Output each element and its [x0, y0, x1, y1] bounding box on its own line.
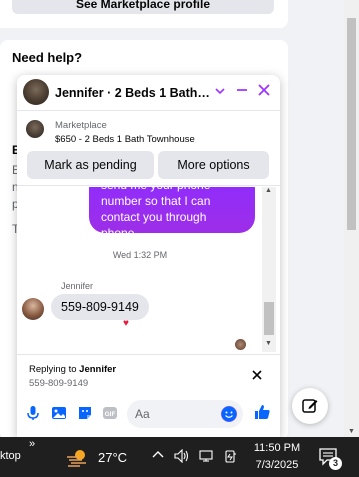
new-message-button[interactable] — [292, 388, 328, 424]
chat-window: Jennifer · 2 Beds 1 Bath To... Marketpla… — [17, 75, 280, 437]
incoming-message[interactable]: 559-809-9149 — [51, 294, 149, 320]
chat-title[interactable]: Jennifer · 2 Beds 1 Bath To... — [55, 86, 210, 100]
chat-scrollbar-thumb[interactable] — [264, 302, 274, 335]
replying-to-label: Replying to Jennifer — [29, 364, 117, 375]
volume-icon[interactable] — [174, 448, 190, 466]
replying-to-name: Jennifer — [79, 364, 117, 375]
heart-reaction-icon[interactable]: ♥ — [123, 318, 129, 329]
message-input[interactable] — [135, 406, 215, 422]
weather-icon[interactable] — [66, 448, 90, 468]
message-thread[interactable]: send me your phone number so that I can … — [17, 187, 280, 357]
marketplace-label: Marketplace — [55, 120, 107, 131]
message-timestamp: Wed 1:32 PM — [112, 250, 168, 260]
see-marketplace-profile-button[interactable]: See Marketplace profile — [12, 0, 274, 14]
scroll-up-arrow-icon[interactable]: ▲ — [265, 187, 272, 194]
gif-icon[interactable]: GIF — [102, 405, 118, 421]
message-composer: GIF — [17, 395, 280, 431]
chat-header[interactable]: Jennifer · 2 Beds 1 Bath To... — [17, 75, 280, 111]
show-desktop-label[interactable]: ktop — [0, 450, 21, 462]
scroll-down-arrow-icon[interactable]: ▼ — [265, 340, 272, 347]
clock-time[interactable]: 11:50 PM — [250, 442, 304, 454]
scroll-down-arrow-icon[interactable]: ▼ — [348, 428, 355, 435]
sender-avatar[interactable] — [22, 298, 44, 320]
sender-name: Jennifer — [61, 281, 94, 291]
svg-text:GIF: GIF — [105, 411, 116, 418]
photo-icon[interactable] — [51, 405, 67, 421]
listing-detail[interactable]: $650 - 2 Beds 1 Bath Townhouse — [55, 134, 195, 145]
close-reply-icon[interactable] — [252, 368, 262, 383]
page-scrollbar[interactable]: ▼ — [344, 0, 359, 437]
clock-date[interactable]: 7/3/2025 — [250, 459, 304, 471]
marketplace-listing-bar: Marketplace $650 - 2 Beds 1 Bath Townhou… — [17, 112, 280, 186]
battery-icon[interactable] — [224, 449, 238, 466]
emoji-icon[interactable] — [221, 406, 237, 422]
more-options-button[interactable]: More options — [158, 151, 269, 179]
minimize-icon[interactable] — [236, 83, 248, 101]
notification-count-badge: 3 — [329, 457, 342, 470]
sticker-icon[interactable] — [77, 405, 93, 421]
contact-avatar[interactable] — [23, 79, 49, 105]
chevron-down-icon[interactable] — [215, 83, 225, 101]
reply-preview: Replying to Jennifer 559-809-9149 — [17, 354, 280, 394]
hidden-icons-chevron-icon[interactable] — [152, 449, 164, 464]
help-title: Need help? — [12, 50, 83, 65]
replied-message-text: 559-809-9149 — [29, 378, 89, 389]
marketplace-profile-card: See Marketplace profile — [0, 0, 288, 28]
message-input-wrapper[interactable] — [127, 400, 243, 428]
thumbs-up-icon[interactable] — [253, 403, 270, 419]
toolbar-chevron-icon[interactable]: » — [29, 438, 35, 450]
temperature[interactable]: 27°C — [98, 450, 127, 465]
outgoing-message[interactable]: send me your phone number so that I can … — [89, 187, 255, 240]
network-icon[interactable] — [199, 449, 215, 466]
mark-as-pending-button[interactable]: Mark as pending — [27, 151, 154, 179]
compose-icon — [302, 399, 318, 413]
microphone-icon[interactable] — [25, 405, 41, 421]
listing-thumbnail[interactable] — [26, 120, 44, 138]
windows-taskbar: ktop » 27°C 11:50 PM 7/3/2025 3 — [0, 437, 359, 477]
seen-avatar — [235, 339, 246, 350]
chat-scrollbar[interactable]: ▲ ▼ — [262, 187, 276, 352]
close-icon[interactable] — [258, 83, 270, 101]
page-scrollbar-thumb[interactable] — [347, 18, 356, 230]
